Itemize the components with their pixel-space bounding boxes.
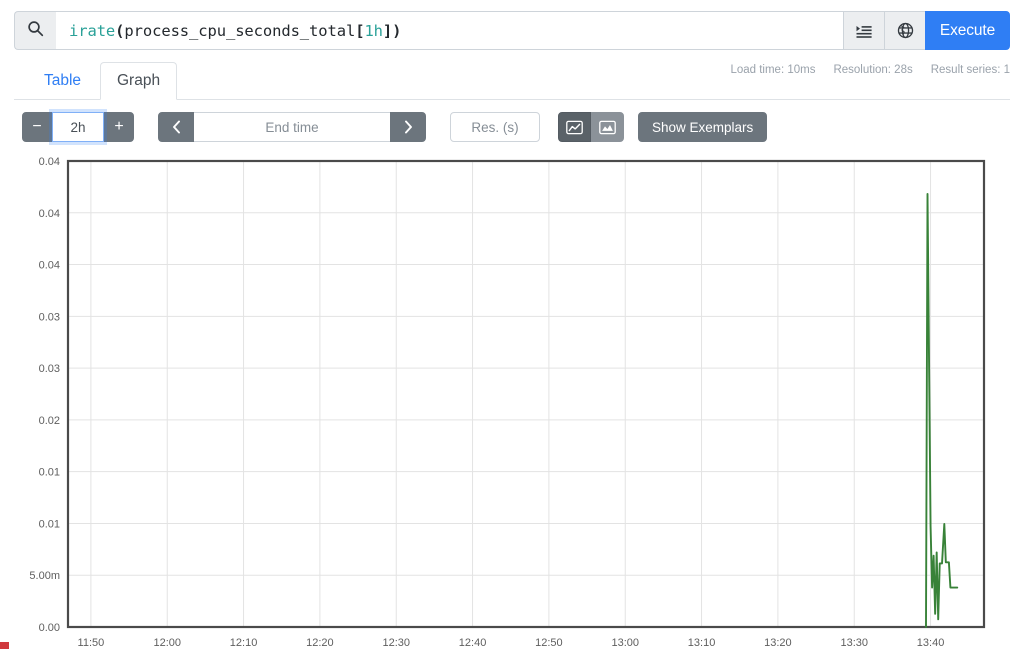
stat-resolution: Resolution: 28s — [833, 64, 913, 76]
xtick-label: 12:20 — [306, 637, 334, 649]
expression-bar: irate(process_cpu_seconds_total[1h]) Exe… — [14, 11, 1010, 50]
search-icon — [27, 20, 44, 42]
range-decrease-button[interactable]: − — [22, 112, 52, 142]
query-stats: Load time: 10ms Resolution: 28s Result s… — [730, 64, 1010, 76]
chart-xtick-labels: 11:50 12:00 12:10 12:20 12:30 12:40 12:50 13:00… — [78, 637, 945, 649]
expr-token-metric: process_cpu_seconds_total — [124, 21, 356, 40]
stat-load-time: Load time: 10ms — [730, 64, 816, 76]
time-prev-button[interactable] — [158, 112, 194, 142]
expr-token-duration: 1h — [364, 21, 383, 40]
end-time-group: End time — [158, 112, 426, 142]
ytick-label: 0.01 — [39, 518, 60, 530]
ytick-label: 0.03 — [39, 363, 60, 375]
metrics-explorer-button[interactable] — [884, 11, 925, 50]
ytick-label: 0.03 — [39, 311, 60, 323]
ytick-label: 0.04 — [39, 208, 60, 220]
show-exemplars-button[interactable]: Show Exemplars — [638, 112, 768, 142]
search-icon-container — [14, 11, 56, 50]
chart-type-stacked-button[interactable] — [591, 112, 624, 142]
graph-chart[interactable]: 0.04 0.04 0.04 0.03 0.03 0.02 0.01 0.01 5.00m 0.0… — [14, 150, 1010, 649]
area-chart-icon — [599, 120, 616, 134]
xtick-label: 11:50 — [78, 637, 105, 649]
time-next-button[interactable] — [390, 112, 426, 142]
chart-grid — [68, 161, 984, 627]
line-chart-icon — [566, 120, 583, 134]
expression-text: irate(process_cpu_seconds_total[1h]) — [69, 22, 401, 40]
ytick-label: 0.00 — [39, 622, 60, 634]
xtick-label: 12:50 — [535, 637, 563, 649]
xtick-label: 12:00 — [153, 637, 181, 649]
xtick-label: 13:10 — [688, 637, 716, 649]
stat-result-series: Result series: 1 — [930, 64, 1010, 76]
xtick-label: 13:20 — [764, 637, 792, 649]
ytick-label: 0.04 — [39, 156, 60, 168]
chevron-left-icon — [172, 120, 180, 134]
ytick-label: 5.00m — [29, 570, 60, 582]
graph-controls-toolbar: − 2h + End time Res. (s) Show Exemplars — [22, 112, 768, 142]
format-indent-icon — [856, 23, 872, 39]
range-increase-button[interactable]: + — [104, 112, 134, 142]
format-expression-button[interactable] — [843, 11, 884, 50]
tab-graph[interactable]: Graph — [100, 62, 178, 100]
xtick-label: 12:30 — [382, 637, 410, 649]
xtick-label: 13:00 — [611, 637, 639, 649]
ytick-label: 0.02 — [39, 415, 60, 427]
chart-type-toggle — [558, 112, 624, 142]
chevron-right-icon — [404, 120, 412, 134]
xtick-label: 12:40 — [459, 637, 487, 649]
globe-icon — [897, 22, 914, 39]
chart-ytick-labels: 0.04 0.04 0.04 0.03 0.03 0.02 0.01 0.01 5.00m 0.0… — [29, 156, 60, 634]
execute-button[interactable]: Execute — [925, 11, 1010, 50]
scrollbar-nub[interactable] — [0, 642, 9, 649]
range-stepper: − 2h + — [22, 112, 134, 142]
ytick-label: 0.04 — [39, 260, 60, 272]
result-tabs: Table Graph Load time: 10ms Resolution: … — [14, 62, 1010, 100]
prometheus-graph-page: irate(process_cpu_seconds_total[1h]) Exe… — [0, 0, 1024, 649]
tab-table[interactable]: Table — [28, 62, 97, 100]
xtick-label: 13:40 — [917, 637, 945, 649]
graph-panel: 0.04 0.04 0.04 0.03 0.03 0.02 0.01 0.01 5.00m 0.0… — [14, 150, 1010, 649]
expr-token-close-paren: ) — [392, 21, 402, 40]
ytick-label: 0.01 — [39, 467, 60, 479]
xtick-label: 12:10 — [230, 637, 258, 649]
expression-input[interactable]: irate(process_cpu_seconds_total[1h]) — [56, 11, 843, 50]
chart-type-line-button[interactable] — [558, 112, 591, 142]
expr-token-close-bracket: ] — [382, 21, 393, 40]
expr-token-function: irate — [69, 21, 116, 40]
resolution-input[interactable]: Res. (s) — [450, 112, 540, 142]
end-time-input[interactable]: End time — [194, 112, 390, 142]
chart-plot-frame — [66, 159, 986, 629]
xtick-label: 13:30 — [840, 637, 868, 649]
range-input[interactable]: 2h — [52, 112, 104, 142]
